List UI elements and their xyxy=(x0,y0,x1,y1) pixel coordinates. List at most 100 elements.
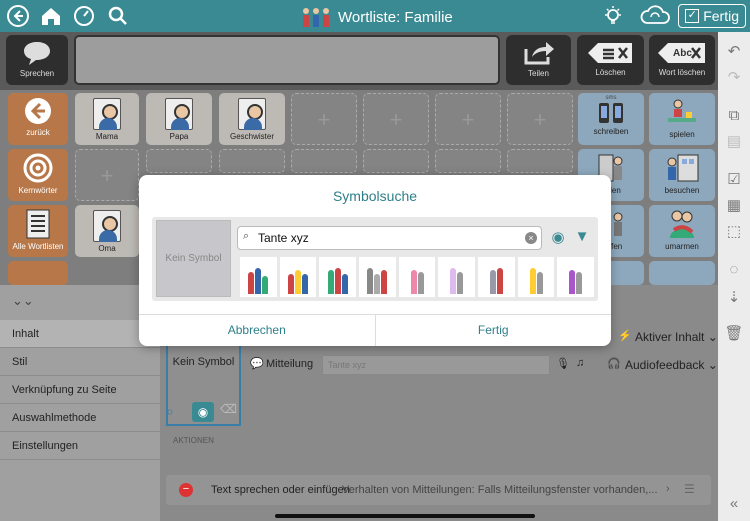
delete-button[interactable]: Löschen xyxy=(577,35,644,85)
copy-icon[interactable]: ⧉ xyxy=(724,106,744,126)
hide-icon[interactable]: ◌ xyxy=(724,260,744,280)
menu-item-style[interactable]: Stil xyxy=(0,348,160,376)
empty-cell[interactable]: + xyxy=(363,93,429,145)
empty-cell[interactable] xyxy=(146,149,212,173)
redo-icon[interactable]: ↷ xyxy=(724,68,744,88)
empty-cell[interactable] xyxy=(291,149,357,173)
empty-cell[interactable] xyxy=(435,149,501,173)
trash-icon[interactable]: 🗑 xyxy=(724,324,744,344)
reorder-handle-icon[interactable]: ☰ xyxy=(684,482,695,496)
empty-cell[interactable] xyxy=(363,149,429,173)
camera-icon[interactable]: ◉ xyxy=(192,402,214,422)
delete-icon xyxy=(587,43,632,63)
symbol-result[interactable] xyxy=(279,257,317,297)
write-cell[interactable]: sms schreiben xyxy=(578,93,644,145)
edit-sidebar: ↶ ↷ ⧉ ▤ ☑ ▦ ⬚ ◌ ⇣ 🗑 « xyxy=(718,32,750,521)
empty-cell[interactable] xyxy=(507,149,573,173)
message-window[interactable] xyxy=(74,35,500,85)
grid-icon[interactable]: ▦ xyxy=(724,196,744,216)
symbol-result[interactable] xyxy=(478,257,515,297)
active-content-label: Aktiver Inhalt xyxy=(635,330,705,344)
camera-icon[interactable]: ◉ xyxy=(548,228,568,248)
remove-symbol-icon[interactable]: ⌫ xyxy=(220,402,240,422)
visit-cell[interactable]: besuchen xyxy=(649,149,715,201)
siblings-cell[interactable]: Geschwister xyxy=(219,93,285,145)
oma-cell[interactable]: Oma xyxy=(75,205,139,257)
symbol-result[interactable] xyxy=(557,257,595,297)
all-wordlists-cell[interactable]: Alle Wortlisten xyxy=(8,205,68,257)
play-cell[interactable]: spielen xyxy=(649,93,715,145)
menu-item-page-link[interactable]: Verknüpfung zu Seite xyxy=(0,376,160,404)
lightning-icon: ⚡ xyxy=(618,330,632,342)
empty-cell[interactable]: + xyxy=(435,93,501,145)
done-button[interactable]: ✓ Fertig xyxy=(678,4,746,28)
speed-dial-icon[interactable] xyxy=(71,3,97,29)
select-icon[interactable]: ☑ xyxy=(724,170,744,190)
symbol-search-icon[interactable]: ⌕ xyxy=(166,403,186,423)
no-symbol-tile[interactable]: Kein Symbol xyxy=(156,220,231,297)
menu-item-settings[interactable]: Einstellungen xyxy=(0,432,160,460)
microphone-icon[interactable]: 🎙 xyxy=(556,357,570,370)
menu-item-content[interactable]: Inhalt xyxy=(0,320,160,348)
speak-button[interactable]: Sprechen xyxy=(6,35,68,85)
symbol-result[interactable] xyxy=(240,257,277,297)
back-icon[interactable] xyxy=(5,3,31,29)
audio-feedback-label: Audiofeedback xyxy=(625,358,705,372)
symbol-result[interactable] xyxy=(438,257,476,297)
paste-icon[interactable]: ▤ xyxy=(724,132,744,152)
hugging-icon xyxy=(670,210,694,238)
back-cell[interactable]: zurück xyxy=(8,93,68,145)
empty-cell[interactable]: + xyxy=(75,149,139,201)
dialog-content: Kein Symbol Tante xyz ⌕ × ◉ ▼ xyxy=(152,217,598,301)
empty-cell[interactable] xyxy=(219,149,285,173)
hug-cell[interactable]: umarmen xyxy=(649,205,715,257)
action-title: Text sprechen oder einfügen xyxy=(211,484,350,496)
papa-picture xyxy=(165,98,193,130)
symbol-result[interactable] xyxy=(398,257,436,297)
symbol-result[interactable] xyxy=(517,257,555,297)
active-content-selector[interactable]: Aktiver Inhalt ⌄ xyxy=(635,330,718,344)
symbol-result[interactable] xyxy=(359,257,396,297)
papa-cell[interactable]: Papa xyxy=(146,93,212,145)
symbol-result[interactable] xyxy=(319,257,357,297)
filter-icon[interactable]: ▼ xyxy=(572,228,592,248)
action-row[interactable]: − Text sprechen oder einfügen Verhalten … xyxy=(166,475,711,505)
message-input[interactable]: Tante xyz xyxy=(322,355,550,375)
play-label: spielen xyxy=(669,130,695,139)
symbol-search-dialog: Symbolsuche Kein Symbol Tante xyz ⌕ × ◉ … xyxy=(139,175,611,346)
cancel-button[interactable]: Abbrechen xyxy=(139,315,376,346)
sort-icon[interactable]: ⇣ xyxy=(724,288,744,308)
remove-action-icon[interactable]: − xyxy=(179,483,193,497)
all-wordlists-label: Alle Wortlisten xyxy=(12,242,64,251)
chevron-right-icon: › xyxy=(666,483,670,495)
share-button[interactable]: Teilen xyxy=(506,35,571,85)
home-icon[interactable] xyxy=(38,3,64,29)
clear-search-icon[interactable]: × xyxy=(525,232,537,244)
marquee-icon[interactable]: ⬚ xyxy=(724,222,744,242)
collapse-icon[interactable]: « xyxy=(724,494,744,514)
checkmark-icon: ✓ xyxy=(685,9,700,23)
search-icon[interactable] xyxy=(105,3,131,29)
sync-cloud-icon[interactable] xyxy=(638,3,672,29)
dialog-done-button[interactable]: Fertig xyxy=(376,315,612,346)
core-words-cell[interactable]: Kernwörter xyxy=(8,149,68,201)
empty-cell[interactable]: + xyxy=(507,93,573,145)
delete-word-button[interactable]: Abc Wort löschen xyxy=(649,35,715,85)
lightbulb-icon[interactable] xyxy=(600,3,626,29)
write-label: schreiben xyxy=(593,127,629,136)
collapse-panel-icon[interactable]: ⌄⌄ xyxy=(12,293,34,309)
nav-cell-partial[interactable] xyxy=(8,261,68,285)
search-input[interactable]: Tante xyz xyxy=(237,226,542,250)
speak-label: Sprechen xyxy=(19,69,55,78)
mama-cell[interactable]: Mama xyxy=(75,93,139,145)
oma-label: Oma xyxy=(98,244,116,253)
empty-cell[interactable]: + xyxy=(291,93,357,145)
verb-cell-partial[interactable] xyxy=(649,261,715,285)
speech-bubble-icon xyxy=(24,42,50,65)
menu-item-selection-method[interactable]: Auswahlmethode xyxy=(0,404,160,432)
music-file-icon[interactable]: ♫ xyxy=(576,357,584,369)
visiting-icon xyxy=(667,154,699,182)
audio-feedback-selector[interactable]: Audiofeedback ⌄ xyxy=(625,358,718,372)
undo-icon[interactable]: ↶ xyxy=(724,42,744,62)
oma-picture xyxy=(93,210,121,242)
